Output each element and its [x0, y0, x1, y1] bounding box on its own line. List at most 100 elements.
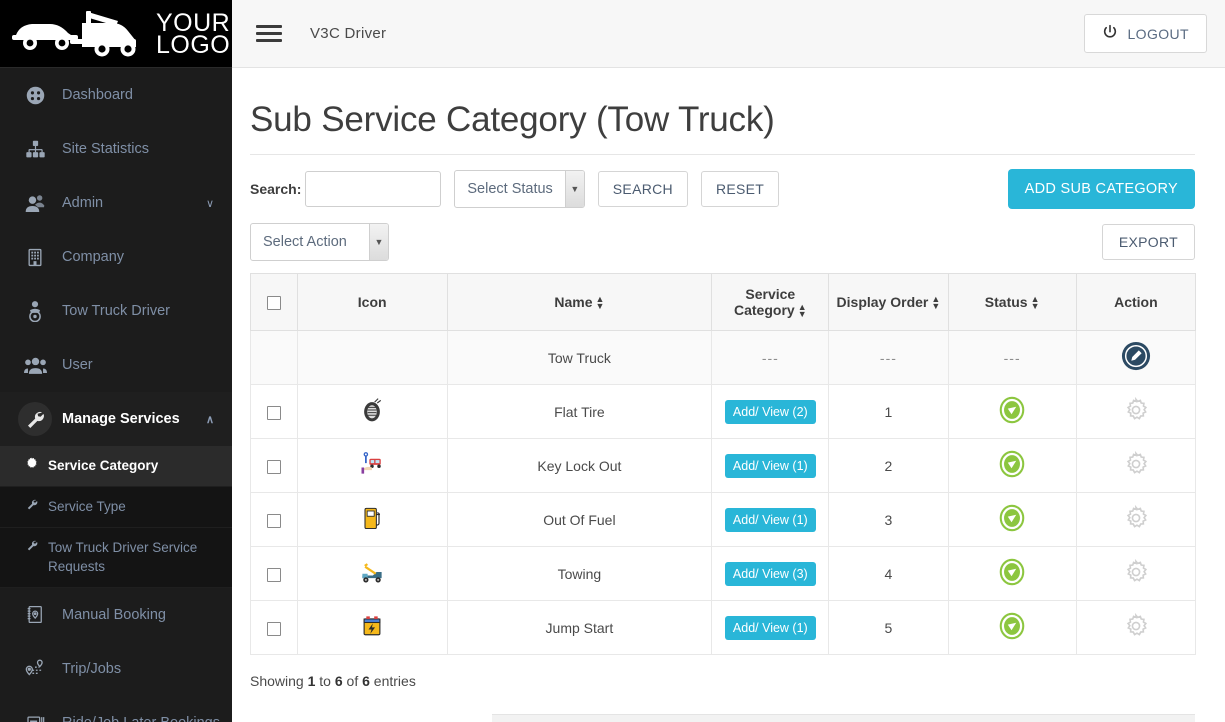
sidebar-item-label: Ride/Job Later Bookings — [62, 715, 220, 722]
sub-service-category-table: Icon Name ▲ ▼ Service Category ▲ ▼ Display O… — [250, 272, 1197, 656]
row-checkbox[interactable] — [266, 405, 281, 420]
add-view-badge[interactable]: Add/ View (2) — [724, 399, 816, 424]
main-area: V3C Driver LOGOUT Sub Service Category (… — [232, 0, 1225, 722]
sidebar-item-tow-truck-driver[interactable]: Tow Truck Driver — [0, 284, 232, 338]
active-check-icon[interactable] — [997, 611, 1027, 641]
add-view-badge[interactable]: Add/ View (1) — [724, 615, 816, 640]
sidebar-item-dashboard[interactable]: Dashboard — [0, 68, 232, 122]
sidebar-item-label: Site Statistics — [62, 141, 150, 157]
row-service-category: Add/ View (1) — [711, 492, 830, 548]
sidebar-item-site-statistics[interactable]: Site Statistics — [0, 122, 232, 176]
dash-placeholder: --- — [879, 349, 897, 366]
sidebar-item-manage-services[interactable]: Manage Services ∧ — [0, 392, 232, 446]
export-button[interactable]: EXPORT — [1101, 224, 1195, 260]
table-row: Tow Truck --- --- --- — [250, 330, 1197, 386]
sidebar-item-label: Company — [62, 249, 125, 265]
filter-toolbar: Search: Select Status ▼ SEARCH RESET ADD… — [250, 169, 1195, 209]
header-icon: Icon — [296, 272, 448, 332]
sidebar-item-ride-job-later-bookings[interactable]: Ride/Job Later Bookings — [0, 696, 232, 722]
sidebar-subitem-service-category[interactable]: Service Category — [0, 446, 232, 488]
header-name[interactable]: Name ▲ ▼ — [446, 272, 713, 332]
add-sub-category-button[interactable]: ADD SUB CATEGORY — [1007, 169, 1195, 209]
row-checkbox[interactable] — [266, 621, 281, 636]
row-checkbox-cell — [250, 546, 298, 602]
sidebar-subitem-label: Service Category — [48, 458, 159, 473]
search-input[interactable] — [305, 171, 442, 207]
row-status — [947, 600, 1077, 656]
logout-label: LOGOUT — [1127, 25, 1189, 42]
select-all-checkbox[interactable] — [266, 296, 281, 311]
wrench-small-icon — [26, 498, 48, 510]
gear-icon[interactable] — [1123, 397, 1149, 423]
sidebar-item-admin[interactable]: Admin ∨ — [0, 176, 232, 230]
row-icon-cell — [296, 438, 448, 494]
showing-entries: Showing 1 to 6 of 6 entries — [250, 673, 1195, 689]
sidebar-subitem-label: Service Type — [48, 499, 126, 515]
add-view-badge[interactable]: Add/ View (1) — [724, 507, 816, 532]
dash-placeholder: --- — [1003, 349, 1021, 366]
users-icon — [18, 355, 52, 375]
sort-icon[interactable]: ▲ ▼ — [931, 295, 940, 311]
active-check-icon[interactable] — [997, 503, 1027, 533]
active-check-icon[interactable] — [997, 557, 1027, 587]
sidebar-item-user[interactable]: User — [0, 338, 232, 392]
active-check-icon[interactable] — [997, 449, 1027, 479]
row-status: --- — [947, 330, 1077, 386]
edit-pencil-icon[interactable] — [1121, 341, 1151, 371]
sidebar-submenu-manage-services: Service Category Service Type Tow Truck … — [0, 446, 232, 588]
calendar-screen-icon — [18, 713, 52, 722]
gear-dot-icon — [26, 457, 48, 468]
row-icon-cell — [296, 492, 448, 548]
gear-icon[interactable] — [1123, 559, 1149, 585]
header-status[interactable]: Status ▲ ▼ — [947, 272, 1077, 332]
header-service-category-label: Service Category — [734, 286, 796, 318]
row-icon-cell — [296, 384, 448, 440]
sort-icon[interactable]: ▲ ▼ — [798, 303, 807, 319]
action-select[interactable]: Select Action ▼ — [250, 223, 389, 261]
gear-icon[interactable] — [1123, 613, 1149, 639]
sidebar-item-label: Manage Services — [62, 411, 180, 427]
row-checkbox[interactable] — [266, 567, 281, 582]
add-view-badge[interactable]: Add/ View (1) — [724, 453, 816, 478]
row-status — [947, 546, 1077, 602]
header-action: Action — [1075, 272, 1197, 332]
active-check-icon[interactable] — [997, 395, 1027, 425]
row-checkbox[interactable] — [266, 459, 281, 474]
sidebar-subitem-tow-truck-driver-service-requests[interactable]: Tow Truck Driver Service Requests — [0, 528, 232, 588]
showing-prefix: Showing — [250, 673, 308, 690]
gear-icon[interactable] — [1123, 451, 1149, 477]
sidebar-item-trip-jobs[interactable]: Trip/Jobs — [0, 642, 232, 696]
gear-icon[interactable] — [1123, 505, 1149, 531]
dash-placeholder: --- — [761, 349, 779, 366]
header-service-category[interactable]: Service Category ▲ ▼ — [711, 272, 830, 332]
sidebar-item-label: Trip/Jobs — [62, 660, 122, 677]
sidebar-item-label: Dashboard — [62, 87, 133, 103]
search-button[interactable]: SEARCH — [597, 171, 688, 207]
row-name: Jump Start — [446, 600, 713, 656]
app-root: YOUR LOGO Dashboard Site Statistics Admi… — [0, 0, 1225, 722]
sidebar-subitem-service-type[interactable]: Service Type — [0, 487, 232, 529]
chevron-down-icon: ∨ — [205, 197, 214, 210]
status-select[interactable]: Select Status ▼ — [454, 170, 585, 208]
logo-block[interactable]: YOUR LOGO — [0, 0, 232, 68]
row-action — [1075, 384, 1197, 440]
header-display-order[interactable]: Display Order ▲ ▼ — [828, 272, 949, 332]
showing-of: of — [342, 673, 363, 690]
sidebar-item-label: Manual Booking — [62, 606, 166, 623]
sort-icon[interactable]: ▲ ▼ — [1031, 295, 1040, 311]
row-service-category: Add/ View (1) — [711, 438, 830, 494]
reset-button[interactable]: RESET — [700, 171, 780, 207]
row-checkbox[interactable] — [266, 513, 281, 528]
sidebar-item-manual-booking[interactable]: Manual Booking — [0, 588, 232, 642]
page-content: Sub Service Category (Tow Truck) Search:… — [232, 68, 1225, 689]
sort-icon[interactable]: ▲ ▼ — [596, 295, 605, 311]
row-status — [947, 438, 1077, 494]
bottom-strip — [492, 714, 1195, 722]
app-brand-title: V3C Driver — [310, 25, 387, 42]
add-view-badge[interactable]: Add/ View (3) — [724, 561, 816, 586]
row-display-order: 5 — [828, 600, 949, 656]
hamburger-icon[interactable] — [256, 21, 282, 46]
sidebar-item-company[interactable]: Company — [0, 230, 232, 284]
logout-button[interactable]: LOGOUT — [1084, 14, 1207, 53]
row-checkbox-cell — [250, 330, 298, 386]
